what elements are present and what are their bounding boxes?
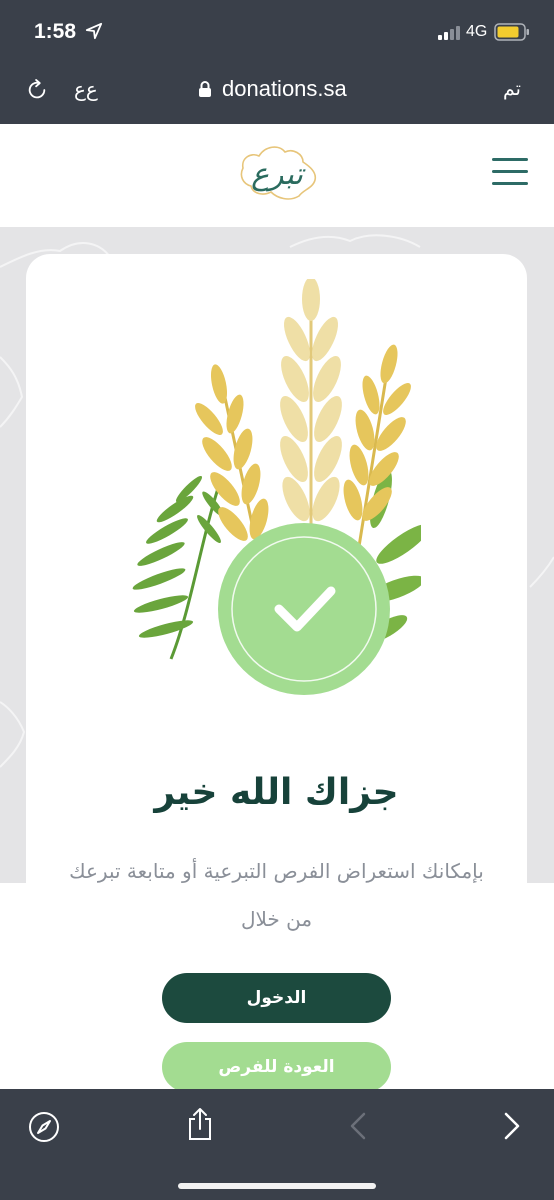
fern-leaf-left	[132, 475, 224, 660]
tabarru-logo[interactable]: تبرع	[233, 138, 321, 206]
done-button[interactable]: تم	[503, 78, 521, 100]
browser-address-bar: ﻉﻉ donations.sa تم	[0, 62, 554, 124]
hamburger-menu-icon[interactable]	[492, 158, 528, 186]
battery-icon	[494, 23, 529, 41]
page-content: جزاك الله خير بإمكانك استعراض الفرص التب…	[0, 227, 554, 1089]
network-label: 4G	[466, 23, 488, 40]
signal-icon	[438, 26, 460, 40]
back-arrow-icon[interactable]	[348, 1111, 368, 1141]
status-time: 1:58	[34, 20, 77, 43]
thank-you-subtitle: بإمكانك استعراض الفرص التبرعية أو متابعة…	[69, 859, 484, 931]
share-icon[interactable]	[186, 1107, 214, 1141]
success-check-icon	[218, 523, 390, 695]
url-text[interactable]: donations.sa	[222, 76, 347, 102]
browser-toolbar	[0, 1089, 554, 1200]
compass-icon[interactable]	[28, 1111, 60, 1143]
forward-arrow-icon[interactable]	[502, 1111, 522, 1141]
location-arrow-icon	[85, 22, 103, 40]
reload-icon[interactable]	[26, 78, 48, 102]
text-size-button[interactable]: ﻉﻉ	[74, 77, 98, 101]
login-button[interactable]: الدخول	[162, 973, 391, 1023]
thank-you-card: جزاك الله خير بإمكانك استعراض الفرص التب…	[26, 254, 527, 1089]
site-header: تبرع	[0, 124, 554, 227]
svg-text:تبرع: تبرع	[251, 157, 306, 192]
lock-icon	[199, 81, 211, 97]
wheat-check-illustration	[132, 279, 421, 695]
back-to-opportunities-button[interactable]: العودة للفرص	[162, 1042, 391, 1089]
thank-you-title: جزاك الله خير	[154, 772, 399, 813]
status-bar: 1:58 4G	[0, 0, 554, 62]
home-indicator	[178, 1183, 376, 1189]
